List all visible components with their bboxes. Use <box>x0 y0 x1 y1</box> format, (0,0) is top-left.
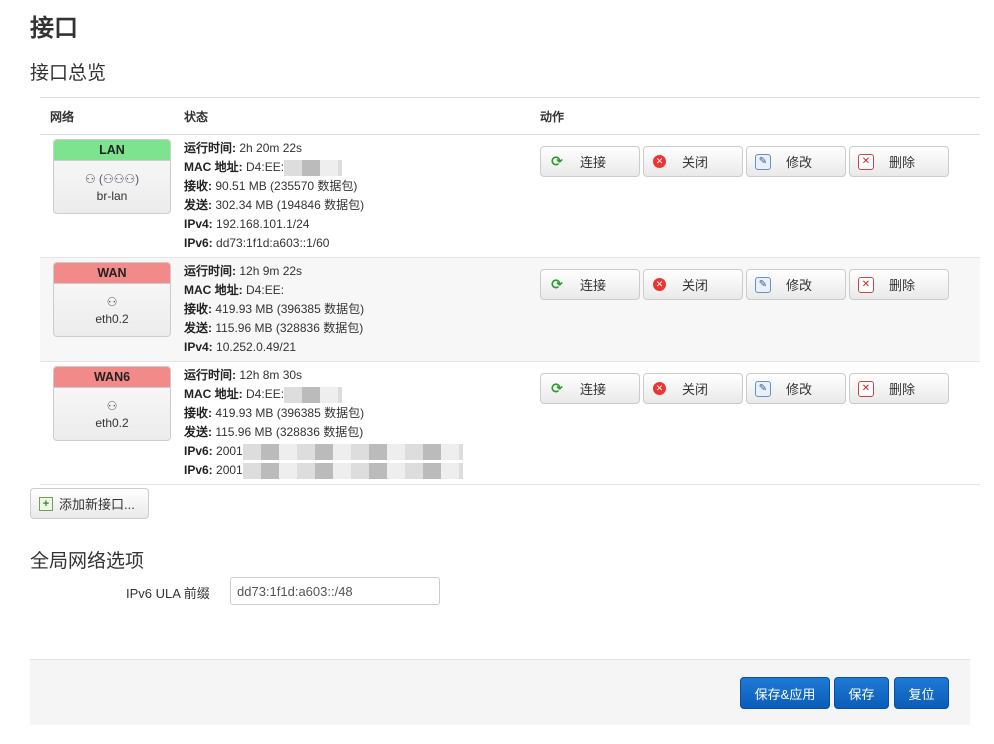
section-title: 接口总览 <box>30 63 107 84</box>
add-interface-button[interactable]: + 添加新接口... <box>30 488 149 519</box>
delete-icon: ✕ <box>858 276 874 293</box>
network-cell: LAN ⚇ (⚇⚇⚇) br-lan <box>40 134 184 258</box>
table-header-row: 网络 状态 动作 <box>40 97 980 135</box>
ip-line: IPv4: 192.168.101.1/24 <box>184 217 310 231</box>
header-network: 网络 <box>40 97 184 135</box>
tx-line: 发送: 115.96 MB (328836 数据包) <box>184 425 364 439</box>
ethernet-port-icon: ⚇ <box>106 295 118 309</box>
edit-button[interactable]: ✎ 修改 <box>746 269 846 300</box>
uptime-line: 运行时间: 12h 9m 22s <box>184 264 303 278</box>
bridge-port-icons: ⚇ (⚇⚇⚇) <box>84 172 140 186</box>
redacted-block <box>242 443 463 460</box>
device-name: br-lan <box>96 189 128 203</box>
page-title: 接口 <box>30 15 78 42</box>
tx-line: 发送: 302.34 MB (194846 数据包) <box>184 198 365 212</box>
redacted-block <box>284 159 343 176</box>
interface-name: WAN6 <box>54 367 170 388</box>
ula-prefix-label: IPv6 ULA 前缀 <box>126 586 210 601</box>
ethernet-port-icon: ⚇ <box>106 399 118 413</box>
reconnect-icon: ⟳ <box>551 153 563 169</box>
actions-cell: ⟳ 连接 ✕ 关闭 ✎ 修改 ✕ 删除 <box>540 257 980 362</box>
interface-badge-wan: WAN ⚇ eth0.2 <box>53 262 171 337</box>
ip-line: IPv6: 2001 <box>184 442 540 461</box>
stop-icon: ✕ <box>653 382 666 395</box>
edit-icon: ✎ <box>755 276 771 293</box>
ip-line: IPv6: 2001 <box>184 461 540 480</box>
delete-button[interactable]: ✕ 删除 <box>849 146 949 177</box>
interface-name: WAN <box>54 263 170 284</box>
network-cell: WAN6 ⚇ eth0.2 <box>40 361 184 485</box>
header-status: 状态 <box>184 97 540 135</box>
rx-line: 接收: 90.51 MB (235570 数据包) <box>184 179 358 193</box>
stop-button[interactable]: ✕ 关闭 <box>643 269 743 300</box>
global-options-title: 全局网络选项 <box>30 551 145 572</box>
status-cell: 运行时间: 12h 9m 22s MAC 地址: D4:EE: 接收: 419.… <box>184 257 540 362</box>
device-name: eth0.2 <box>95 416 129 430</box>
interfaces-table: 网络 状态 动作 LAN ⚇ (⚇⚇⚇) br-lan 运行时间: 2h 20m… <box>40 97 980 485</box>
interface-badge-lan: LAN ⚇ (⚇⚇⚇) br-lan <box>53 139 171 214</box>
edit-icon: ✎ <box>755 153 771 170</box>
footer-bar: 保存&应用 保存 复位 <box>30 659 970 725</box>
delete-icon: ✕ <box>858 380 874 397</box>
stop-icon: ✕ <box>653 278 666 291</box>
delete-button[interactable]: ✕ 删除 <box>849 373 949 404</box>
ip-line: IPv6: dd73:1f1d:a603::1/60 <box>184 236 330 250</box>
add-interface-label: 添加新接口... <box>59 497 135 512</box>
status-cell: 运行时间: 12h 8m 30s MAC 地址: D4:EE: 接收: 419.… <box>184 361 540 485</box>
ula-prefix-input[interactable] <box>230 577 440 605</box>
reconnect-icon: ⟳ <box>551 380 563 396</box>
stop-button[interactable]: ✕ 关闭 <box>643 146 743 177</box>
mac-line: MAC 地址: D4:EE: <box>184 385 540 404</box>
edit-button[interactable]: ✎ 修改 <box>746 146 846 177</box>
reconnect-icon: ⟳ <box>551 276 563 292</box>
ip-line: IPv4: 10.252.0.49/21 <box>184 340 297 354</box>
redacted-block <box>284 386 343 403</box>
interface-badge-wan6: WAN6 ⚇ eth0.2 <box>53 366 171 441</box>
mac-line: MAC 地址: D4:EE: <box>184 283 285 297</box>
table-row-wan: WAN ⚇ eth0.2 运行时间: 12h 9m 22s MAC 地址: D4… <box>40 257 980 362</box>
table-row-lan: LAN ⚇ (⚇⚇⚇) br-lan 运行时间: 2h 20m 22s MAC … <box>40 134 980 258</box>
save-apply-button[interactable]: 保存&应用 <box>740 677 830 709</box>
edit-icon: ✎ <box>755 380 771 397</box>
add-icon: + <box>39 496 53 511</box>
network-cell: WAN ⚇ eth0.2 <box>40 257 184 362</box>
connect-button[interactable]: ⟳ 连接 <box>540 373 640 404</box>
connect-button[interactable]: ⟳ 连接 <box>540 146 640 177</box>
stop-button[interactable]: ✕ 关闭 <box>643 373 743 404</box>
save-button[interactable]: 保存 <box>834 677 889 709</box>
reset-button[interactable]: 复位 <box>894 677 949 709</box>
header-actions: 动作 <box>540 97 980 135</box>
interface-name: LAN <box>54 140 170 161</box>
redacted-block <box>242 462 463 479</box>
delete-button[interactable]: ✕ 删除 <box>849 269 949 300</box>
table-row-wan6: WAN6 ⚇ eth0.2 运行时间: 12h 8m 30s MAC 地址: D… <box>40 361 980 485</box>
tx-line: 发送: 115.96 MB (328836 数据包) <box>184 321 364 335</box>
uptime-line: 运行时间: 12h 8m 30s <box>184 368 303 382</box>
rx-line: 接收: 419.93 MB (396385 数据包) <box>184 302 365 316</box>
device-name: eth0.2 <box>95 312 129 326</box>
actions-cell: ⟳ 连接 ✕ 关闭 ✎ 修改 ✕ 删除 <box>540 134 980 258</box>
status-cell: 运行时间: 2h 20m 22s MAC 地址: D4:EE: 接收: 90.5… <box>184 134 540 258</box>
connect-button[interactable]: ⟳ 连接 <box>540 269 640 300</box>
edit-button[interactable]: ✎ 修改 <box>746 373 846 404</box>
mac-line: MAC 地址: D4:EE: <box>184 158 540 177</box>
delete-icon: ✕ <box>858 153 874 170</box>
stop-icon: ✕ <box>653 155 666 168</box>
actions-cell: ⟳ 连接 ✕ 关闭 ✎ 修改 ✕ 删除 <box>540 361 980 485</box>
uptime-line: 运行时间: 2h 20m 22s <box>184 141 303 155</box>
rx-line: 接收: 419.93 MB (396385 数据包) <box>184 406 365 420</box>
